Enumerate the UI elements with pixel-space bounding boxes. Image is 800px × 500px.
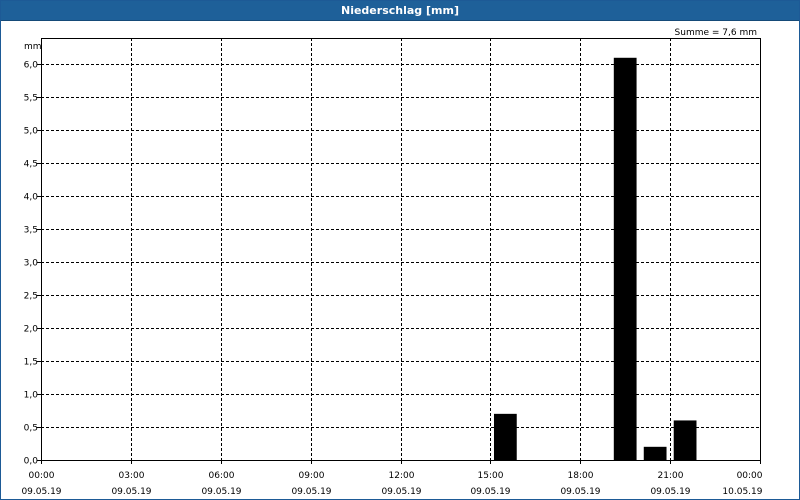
y-tick-label: 3,0 xyxy=(24,259,39,269)
x-tick-time: 00:00 xyxy=(29,471,55,481)
y-tick-label: 2,5 xyxy=(24,292,38,302)
x-tick-date: 09.05.19 xyxy=(201,487,241,497)
y-tick-label: 6,0 xyxy=(24,61,39,71)
x-tick-time: 18:00 xyxy=(568,471,594,481)
y-tick-label: 3,5 xyxy=(24,226,38,236)
x-tick-date: 09.05.19 xyxy=(560,487,600,497)
x-tick-labels: 00:00 09.05.19 03:00 09.05.19 06:00 09.05.19 0… xyxy=(21,471,762,497)
y-tick-label: 2,0 xyxy=(24,325,39,335)
y-tick-label: 4,0 xyxy=(24,193,39,203)
grid-lines xyxy=(37,38,761,464)
y-tick-label: 0,0 xyxy=(24,457,39,467)
y-tick-label: 1,5 xyxy=(24,358,38,368)
precipitation-bar xyxy=(613,57,637,460)
x-tick-time: 03:00 xyxy=(119,471,145,481)
y-tick-label: 5,5 xyxy=(24,94,38,104)
x-tick-time: 06:00 xyxy=(209,471,235,481)
x-tick-time: 00:00 xyxy=(737,471,763,481)
y-tick-label: 0,5 xyxy=(24,424,38,434)
y-tick-label: 1,0 xyxy=(24,391,39,401)
x-tick-time: 09:00 xyxy=(299,471,325,481)
x-tick-date: 09.05.19 xyxy=(291,487,331,497)
x-tick-time: 12:00 xyxy=(389,471,415,481)
precipitation-bar xyxy=(493,413,517,460)
y-tick-labels: 0,0 0,5 1,0 1,5 2,0 2,5 3,0 3,5 4,0 4,5 5,0 5,5 6,0 xyxy=(24,61,39,467)
sum-annotation: Summe = 7,6 mm xyxy=(675,28,757,38)
x-tick-date: 09.05.19 xyxy=(21,487,61,497)
x-tick-date: 09.05.19 xyxy=(650,487,690,497)
x-tick-date: 10.05.19 xyxy=(722,487,762,497)
y-tick-label: 5,0 xyxy=(24,127,39,137)
precipitation-bar xyxy=(643,446,667,460)
x-tick-time: 15:00 xyxy=(478,471,504,481)
bar-series xyxy=(493,57,697,460)
y-tick-label: 4,5 xyxy=(24,160,38,170)
precipitation-chart: mm Summe = 7,6 mm 0,0 0,5 1,0 1,5 2,0 2,5 3,0 3… xyxy=(21,28,762,497)
y-axis-unit: mm xyxy=(24,42,42,52)
x-tick-date: 09.05.19 xyxy=(470,487,510,497)
x-tick-time: 21:00 xyxy=(658,471,684,481)
precipitation-bar xyxy=(673,420,697,460)
chart-window: Niederschlag [mm] mm Summe = 7,6 mm 0,0 0… xyxy=(0,0,800,500)
x-tick-date: 09.05.19 xyxy=(111,487,151,497)
x-tick-date: 09.05.19 xyxy=(381,487,421,497)
